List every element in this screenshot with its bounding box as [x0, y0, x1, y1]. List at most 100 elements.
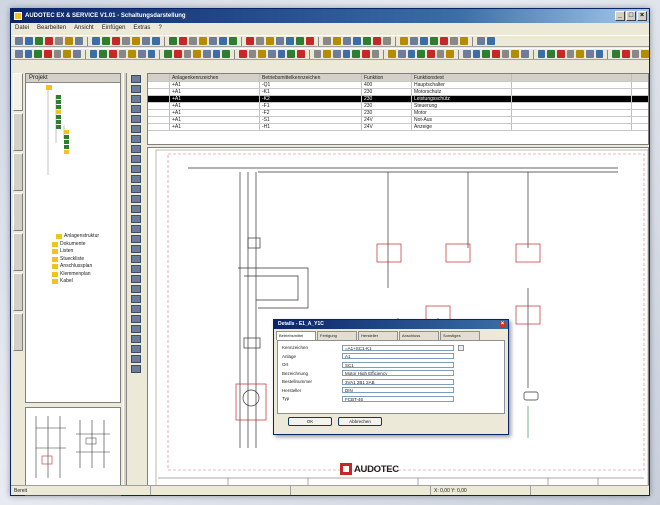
draw-tool-icon[interactable] — [173, 50, 182, 58]
close-button[interactable]: × — [637, 11, 647, 21]
draw-tool-icon[interactable] — [222, 50, 231, 58]
menu-insert[interactable]: Einfügen — [102, 23, 126, 34]
column-header[interactable]: Anlagenkennzeichen — [170, 74, 260, 81]
main-tool-icon[interactable] — [65, 37, 73, 45]
draw-tool-icon[interactable] — [397, 50, 406, 58]
draw-tool-icon[interactable] — [287, 50, 295, 58]
table-cell[interactable] — [148, 124, 170, 130]
draw-tool-icon[interactable] — [612, 50, 620, 58]
draw-tool-icon[interactable] — [537, 50, 546, 58]
column-header[interactable]: Betriebsmittelkennzeichen — [260, 74, 362, 81]
draw-tool-icon[interactable] — [323, 50, 331, 58]
table-cell[interactable]: Motor — [412, 110, 512, 116]
draw-tool-icon[interactable] — [238, 50, 247, 58]
draw-tool-icon[interactable] — [212, 50, 221, 58]
main-tool-icon[interactable] — [333, 37, 341, 45]
draw-tool-icon[interactable] — [277, 50, 286, 58]
table-cell[interactable] — [512, 89, 632, 95]
table-cell[interactable] — [148, 82, 170, 88]
table-cell[interactable] — [148, 117, 170, 123]
draw-tool-icon[interactable] — [566, 50, 575, 58]
main-tool-icon[interactable] — [199, 37, 207, 45]
main-tool-icon[interactable] — [353, 37, 361, 45]
table-cell[interactable] — [512, 82, 632, 88]
symbol-tool-icon[interactable] — [131, 275, 141, 283]
draw-tool-icon[interactable] — [118, 50, 127, 58]
main-tool-icon[interactable] — [363, 37, 371, 45]
table-row[interactable]: +A1 -Q1 400 Hauptschalter — [148, 82, 648, 89]
side-tab-devices[interactable] — [13, 273, 23, 311]
symbol-tool-icon[interactable] — [131, 205, 141, 213]
draw-tool-icon[interactable] — [89, 50, 98, 58]
main-tool-icon[interactable] — [142, 37, 150, 45]
project-tree[interactable]: Projekt Anlagenstruktur Dokumente Listen St… — [25, 73, 121, 403]
tree-item[interactable]: Anlagenstruktur — [26, 233, 120, 241]
symbol-tool-icon[interactable] — [131, 235, 141, 243]
main-tool-icon[interactable] — [246, 37, 254, 45]
main-tool-icon[interactable] — [450, 37, 458, 45]
symbol-tool-icon[interactable] — [131, 85, 141, 93]
draw-tool-icon[interactable] — [621, 50, 630, 58]
panel-splitter[interactable] — [123, 73, 127, 493]
draw-tool-icon[interactable] — [417, 50, 425, 58]
main-tool-icon[interactable] — [420, 37, 428, 45]
dialog-tab[interactable]: Sonstiges — [440, 331, 480, 340]
tree-node-icon[interactable] — [56, 120, 61, 124]
table-cell[interactable] — [148, 96, 170, 102]
main-tool-icon[interactable] — [209, 37, 217, 45]
tree-node-icon[interactable] — [64, 140, 69, 144]
ok-button[interactable]: OK — [288, 417, 332, 426]
symbol-tool-icon[interactable] — [131, 155, 141, 163]
table-cell[interactable]: +A1 — [170, 103, 260, 109]
tree-node-icon[interactable] — [64, 150, 69, 154]
draw-tool-icon[interactable] — [99, 50, 107, 58]
symbol-tool-icon[interactable] — [131, 195, 141, 203]
main-tool-icon[interactable] — [169, 37, 177, 45]
tree-node-icon[interactable] — [56, 125, 61, 129]
symbol-tool-icon[interactable] — [131, 355, 141, 363]
field-input[interactable]: Motor High Efficiency — [342, 370, 454, 376]
tree-node-icon[interactable] — [56, 110, 61, 114]
tree-node-icon[interactable] — [64, 135, 69, 139]
symbol-tool-icon[interactable] — [131, 145, 141, 153]
table-row[interactable]: +A1 -H1 24V Anzeige — [148, 124, 648, 131]
draw-tool-icon[interactable] — [203, 50, 211, 58]
table-cell[interactable] — [148, 103, 170, 109]
main-tool-icon[interactable] — [276, 37, 284, 45]
main-tool-icon[interactable] — [400, 37, 408, 45]
draw-tool-icon[interactable] — [63, 50, 72, 58]
draw-tool-icon[interactable] — [576, 50, 584, 58]
main-tool-icon[interactable] — [343, 37, 351, 45]
column-header[interactable] — [148, 74, 170, 81]
table-cell[interactable]: 230 — [362, 89, 412, 95]
table-row[interactable]: +A1 -K1 230 Motorschutz — [148, 89, 648, 96]
draw-tool-icon[interactable] — [342, 50, 351, 58]
draw-tool-icon[interactable] — [297, 50, 305, 58]
table-cell[interactable]: +A1 — [170, 89, 260, 95]
draw-tool-icon[interactable] — [183, 50, 192, 58]
table-cell[interactable] — [512, 124, 632, 130]
tree-item[interactable]: Listen — [26, 248, 120, 256]
draw-tool-icon[interactable] — [361, 50, 370, 58]
tree-node-icon[interactable] — [64, 145, 69, 149]
draw-tool-icon[interactable] — [491, 50, 500, 58]
main-tool-icon[interactable] — [35, 37, 43, 45]
table-cell[interactable]: +A1 — [170, 96, 260, 102]
column-header[interactable] — [512, 74, 632, 81]
symbol-tool-icon[interactable] — [131, 115, 141, 123]
symbol-tool-icon[interactable] — [131, 285, 141, 293]
dialog-tab[interactable]: Betriebsmittel — [276, 331, 316, 340]
draw-tool-icon[interactable] — [631, 50, 640, 58]
tree-node-icon[interactable] — [56, 105, 61, 109]
draw-tool-icon[interactable] — [446, 50, 454, 58]
main-tool-icon[interactable] — [75, 37, 83, 45]
draw-tool-icon[interactable] — [520, 50, 529, 58]
tree-root-folder-icon[interactable] — [46, 85, 52, 90]
draw-tool-icon[interactable] — [426, 50, 435, 58]
symbol-tool-icon[interactable] — [131, 325, 141, 333]
main-tool-icon[interactable] — [256, 37, 264, 45]
draw-tool-icon[interactable] — [641, 50, 649, 58]
table-cell[interactable]: Steuerung — [412, 103, 512, 109]
main-tool-icon[interactable] — [132, 37, 140, 45]
table-cell[interactable]: Hauptschalter — [412, 82, 512, 88]
